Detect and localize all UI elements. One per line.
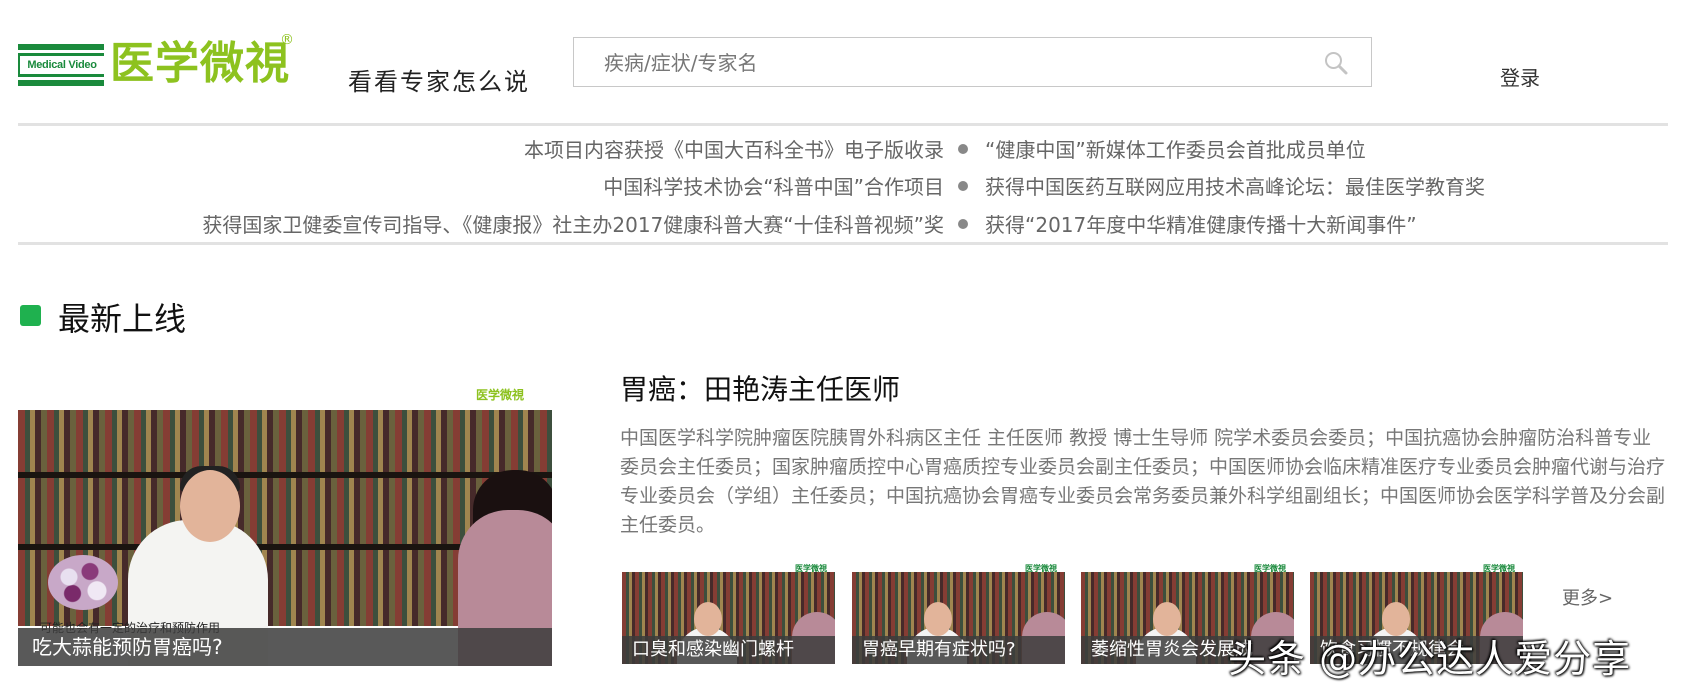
expert-title[interactable]: 胃癌：田艳涛主任医师 bbox=[620, 368, 900, 408]
more-link[interactable]: 更多> bbox=[1562, 584, 1613, 610]
honor-text: 本项目内容获授《中国大百科全书》电子版收录 bbox=[524, 138, 944, 162]
video-frame bbox=[18, 410, 552, 666]
bullet-dot bbox=[958, 144, 968, 154]
video-watermark-logo: 医学微視 bbox=[475, 388, 524, 402]
overlay-watermark: 头条 @办公达人爱分享 bbox=[1228, 637, 1632, 681]
main-video-card[interactable]: 医学微視 可能也会有一定的治疗和预防作用 吃大蒜能预防胃癌吗? bbox=[18, 380, 552, 666]
honor-row: 中国科学技术协会“科普中国”合作项目 获得中国医药互联网应用技术高峰论坛：最佳医… bbox=[0, 171, 1688, 201]
logo-chinese-text: 医学微視 bbox=[110, 38, 290, 89]
search-input[interactable] bbox=[604, 50, 1294, 76]
expert-description: 中国医学科学院肿瘤医院胰胃外科病区主任 主任医师 教授 博士生导师 院学术委员会… bbox=[620, 427, 1666, 536]
logo-badge: Medical Video bbox=[18, 44, 104, 86]
honor-text: 获得中国医药互联网应用技术高峰论坛：最佳医学教育奖 bbox=[985, 175, 1485, 199]
bullet-dot bbox=[958, 219, 968, 229]
search-icon[interactable] bbox=[1323, 50, 1349, 76]
bullet-dot bbox=[958, 181, 968, 191]
login-link[interactable]: 登录 bbox=[1500, 62, 1540, 91]
thumbnail-caption[interactable]: 口臭和感染幽门螺杆 bbox=[622, 636, 835, 664]
honor-row: 获得国家卫健委宣传司指导、《健康报》社主办2017健康科普大赛“十佳科普视频”奖… bbox=[0, 209, 1688, 239]
honor-text: “健康中国”新媒体工作委员会首批成员单位 bbox=[985, 138, 1366, 162]
registered-mark: ® bbox=[280, 32, 294, 48]
logo-english-text: Medical Video bbox=[20, 56, 104, 74]
site-logo[interactable]: Medical Video 医学微視 ® bbox=[18, 32, 294, 92]
honor-text: 中国科学技术协会“科普中国”合作项目 bbox=[603, 175, 944, 199]
video-caption[interactable]: 吃大蒜能预防胃癌吗? bbox=[18, 628, 552, 666]
divider-top bbox=[18, 123, 1668, 126]
search-box[interactable] bbox=[573, 37, 1372, 87]
honor-text: 获得国家卫健委宣传司指导、《健康报》社主办2017健康科普大赛“十佳科普视频”奖 bbox=[202, 213, 944, 237]
divider-bottom bbox=[18, 242, 1668, 245]
site-slogan: 看看专家怎么说 bbox=[348, 68, 530, 96]
honor-row: 本项目内容获授《中国大百科全书》电子版收录 “健康中国”新媒体工作委员会首批成员… bbox=[0, 134, 1688, 164]
section-marker bbox=[20, 305, 41, 326]
video-thumbnail[interactable]: 医学微視 口臭和感染幽门螺杆 bbox=[622, 562, 835, 664]
thumbnail-caption[interactable]: 胃癌早期有症状吗? bbox=[852, 636, 1065, 664]
honor-text: 获得“2017年度中华精准健康传播十大新闻事件” bbox=[985, 213, 1417, 237]
video-thumbnail[interactable]: 医学微視 胃癌早期有症状吗? bbox=[852, 562, 1065, 664]
section-title: 最新上线 bbox=[58, 300, 187, 338]
